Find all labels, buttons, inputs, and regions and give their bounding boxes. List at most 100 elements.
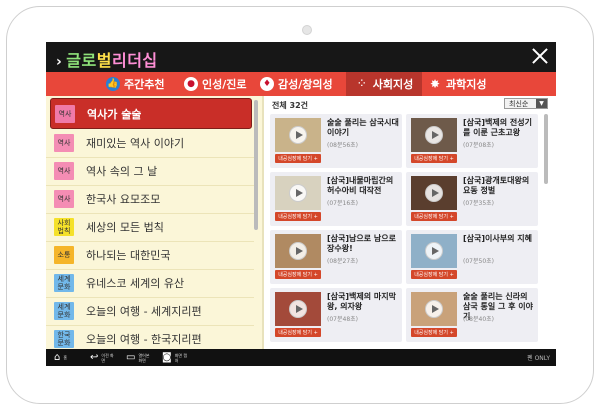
tab-weekly[interactable]: 👍 주간추천	[106, 72, 178, 96]
video-title: [삼국]백제의 전성기를 이룬 근초고왕	[463, 118, 532, 137]
chevron-right-icon: ›	[56, 54, 63, 70]
tab-label: 감성/창의성	[278, 78, 333, 91]
nav-label: 화면 캡처	[174, 352, 188, 363]
play-icon[interactable]	[425, 126, 443, 144]
list-item[interactable]: 소통 하나되는 대한민국	[46, 240, 254, 270]
play-icon[interactable]	[289, 242, 307, 260]
app-header: › 글로벌리더십	[46, 42, 556, 72]
video-card[interactable]: 내공심장에 담기 + [삼국]남으로 남으로 장수왕! (08분27초)	[270, 230, 402, 284]
list-item-label: 역사 속의 그 날	[86, 164, 158, 178]
add-to-list-button[interactable]: 내공심장에 담기 +	[411, 154, 457, 163]
tab-social-intelligence[interactable]: ⁘ 사회지성	[346, 72, 422, 96]
video-thumbnail	[275, 118, 321, 152]
list-item[interactable]: 역사 역사가 술술	[50, 98, 252, 129]
list-item[interactable]: 역사 재미있는 역사 이야기	[46, 128, 254, 158]
list-item[interactable]: 세계 문화 유네스코 세계의 유산	[46, 268, 254, 298]
add-to-list-button[interactable]: 내공심장에 담기 +	[275, 328, 321, 337]
video-thumbnail	[411, 292, 457, 326]
add-to-list-button[interactable]: 내공심장에 담기 +	[411, 328, 457, 337]
video-title: [삼국]내물마립간의 허수아비 대작전	[327, 176, 394, 195]
heart-icon: ●	[184, 77, 198, 91]
category-badge: 세계 문화	[54, 273, 74, 292]
title-part-3: 리더십	[111, 51, 158, 70]
list-item[interactable]: 세계 문화 오늘의 여행 - 세계지리편	[46, 296, 254, 326]
video-card[interactable]: 내공심장에 담기 + 술술 풀리는 신라의 삼국 통일 그 후 이야기 (08분…	[406, 288, 538, 342]
tab-label: 사회지성	[372, 78, 414, 91]
play-icon[interactable]	[425, 242, 443, 260]
tab-label: 과학지성	[446, 78, 487, 91]
play-icon[interactable]	[289, 300, 307, 318]
add-to-list-button[interactable]: 내공심장에 담기 +	[411, 212, 457, 221]
play-icon[interactable]	[289, 184, 307, 202]
app-title: › 글로벌리더십	[56, 47, 158, 71]
recent-apps-button[interactable]: ▭ 열어본 화면	[126, 351, 152, 364]
recent-apps-icon: ▭	[126, 352, 136, 363]
list-item-label: 한국사 요모조모	[86, 192, 161, 206]
screenshot-button[interactable]: ◙ 화면 캡처	[162, 351, 189, 364]
video-card[interactable]: 내공심장에 담기 + [삼국]이사부의 지혜 (07분50초)	[406, 230, 538, 284]
thumbs-up-icon: 👍	[106, 77, 120, 91]
add-to-list-button[interactable]: 내공심장에 담기 +	[275, 270, 321, 279]
video-card[interactable]: 내공심장에 담기 + 술술 풀리는 삼국시대 이야기 (08분56초)	[270, 114, 402, 168]
list-item[interactable]: 사회 법칙 세상의 모든 법칙	[46, 212, 254, 242]
list-item[interactable]: 역사 한국사 요모조모	[46, 184, 254, 214]
video-card[interactable]: 내공심장에 담기 + [삼국]백제의 전성기를 이룬 근초고왕 (07분08초)	[406, 114, 538, 168]
video-title: 술술 풀리는 삼국시대 이야기	[327, 118, 399, 137]
video-thumbnail	[411, 234, 457, 268]
sort-select[interactable]: 최신순 ▼	[504, 98, 548, 109]
video-card[interactable]: 내공심장에 담기 + [삼국]백제의 마지막 왕, 의자왕 (07분48초)	[270, 288, 402, 342]
nav-label: 열어본 화면	[138, 352, 150, 363]
home-button[interactable]: ⌂ 홈	[54, 351, 77, 364]
list-item-label: 오늘의 여행 - 한국지리편	[86, 332, 202, 346]
list-item-label: 하나되는 대한민국	[86, 248, 171, 262]
category-badge: 세계 문화	[54, 301, 74, 320]
category-badge: 사회 법칙	[54, 217, 74, 236]
list-item-label: 역사가 술술	[87, 107, 142, 121]
home-icon: ⌂	[54, 352, 61, 363]
network-icon: ⁘	[357, 79, 366, 89]
title-part-1: 글로	[66, 51, 97, 70]
video-title: [삼국]이사부의 지혜	[463, 234, 532, 243]
add-to-list-button[interactable]: 내공심장에 담기 +	[275, 154, 321, 163]
close-icon[interactable]	[530, 46, 550, 66]
list-item[interactable]: 한국 문화 오늘의 여행 - 한국지리편	[46, 324, 254, 349]
add-to-list-button[interactable]: 내공심장에 담기 +	[411, 270, 457, 279]
list-item-label: 재미있는 역사 이야기	[86, 136, 185, 150]
add-to-list-button[interactable]: 내공심장에 담기 +	[275, 212, 321, 221]
video-duration: (07분48초)	[327, 316, 358, 323]
tab-character-career[interactable]: ● 인성/진로	[184, 72, 256, 96]
video-thumbnail	[411, 176, 457, 210]
screenshot-icon: ◙	[162, 352, 172, 363]
video-title: [삼국]백제의 마지막 왕, 의자왕	[327, 292, 396, 311]
video-duration: (07분16초)	[327, 200, 358, 207]
video-thumbnail	[275, 176, 321, 210]
total-count: 전체 32건	[272, 101, 308, 110]
tab-emotion-creativity[interactable]: ♦ 감성/창의성	[260, 72, 346, 96]
category-badge: 한국 문화	[54, 329, 74, 348]
video-duration: (08분40초)	[463, 316, 494, 323]
video-card[interactable]: 내공심장에 담기 + [삼국]내물마립간의 허수아비 대작전 (07분16초)	[270, 172, 402, 226]
lightbulb-icon: ♦	[260, 77, 274, 91]
play-icon[interactable]	[425, 184, 443, 202]
grid-scrollbar[interactable]	[544, 114, 548, 184]
program-list: 역사 역사가 술술 역사 재미있는 역사 이야기 역사 역사 속의 그 날 역사…	[46, 96, 264, 349]
video-duration: (07분08초)	[463, 142, 494, 149]
play-icon[interactable]	[425, 300, 443, 318]
category-badge: 역사	[55, 104, 75, 123]
app-screen: › 글로벌리더십 👍 주간추천 ● 인성/진로 ♦ 감성/창의성 ⁘ 사회지성 ✸…	[46, 42, 556, 366]
tab-science-intelligence[interactable]: ✸ 과학지성	[428, 72, 504, 96]
video-duration: (08분56초)	[327, 142, 358, 149]
list-item-label: 오늘의 여행 - 세계지리편	[86, 304, 202, 318]
back-button[interactable]: ↩ 이전 화면	[90, 351, 115, 364]
list-item-label: 세상의 모든 법칙	[86, 220, 164, 234]
nav-label: 이전 화면	[101, 352, 114, 363]
list-item[interactable]: 역사 역사 속의 그 날	[46, 156, 254, 186]
back-icon: ↩	[90, 352, 99, 363]
category-badge: 역사	[54, 189, 74, 208]
video-duration: (07분50초)	[463, 258, 494, 265]
list-scrollbar[interactable]	[254, 100, 258, 230]
nav-label: 홈	[63, 355, 68, 360]
play-icon[interactable]	[289, 126, 307, 144]
video-card[interactable]: 내공심장에 담기 + [삼국]광개토대왕의 요동 정벌 (07분35초)	[406, 172, 538, 226]
pen-only-label: 펜 ONLY	[527, 355, 550, 362]
